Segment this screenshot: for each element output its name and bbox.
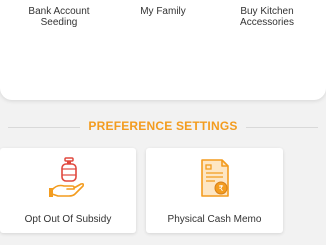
my-family-button[interactable]: My Family (118, 6, 208, 17)
divider-right (246, 127, 318, 128)
physical-cash-memo-card[interactable]: ₹ Physical Cash Memo (146, 148, 283, 233)
preference-settings-title: PREFERENCE SETTINGS (88, 119, 238, 133)
bank-account-seeding-button[interactable]: Bank Account Seeding (14, 6, 104, 28)
cash-memo-document-icon: ₹ (195, 156, 235, 200)
svg-text:₹: ₹ (218, 184, 223, 193)
quick-actions-card: Bank Account Seeding My Family Buy Kitch… (0, 0, 326, 100)
my-family-label: My Family (140, 6, 186, 17)
bank-account-seeding-label: Bank Account Seeding (28, 6, 90, 28)
opt-out-of-subsidy-label: Opt Out Of Subsidy (24, 214, 112, 225)
opt-out-of-subsidy-card[interactable]: Opt Out Of Subsidy (0, 148, 136, 233)
cylinder-in-hand-icon (48, 156, 88, 200)
preference-settings-header: PREFERENCE SETTINGS (0, 119, 326, 135)
buy-kitchen-accessories-button[interactable]: Buy Kitchen Accessories (222, 6, 312, 28)
buy-kitchen-accessories-label: Buy Kitchen Accessories (240, 6, 294, 28)
divider-left (8, 127, 80, 128)
physical-cash-memo-label: Physical Cash Memo (167, 214, 262, 225)
